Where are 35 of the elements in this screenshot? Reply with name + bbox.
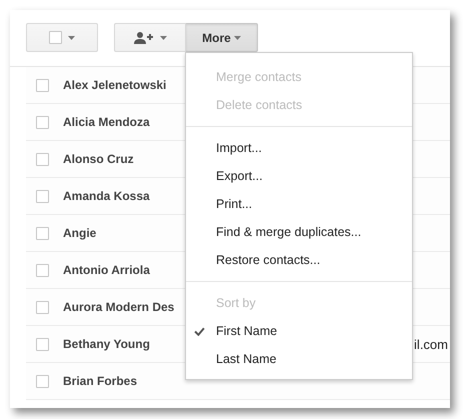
checkbox[interactable]	[36, 264, 49, 276]
sort-option[interactable]: First Name	[186, 317, 412, 345]
menu-item[interactable]: Find & merge duplicates...	[186, 218, 412, 246]
checkbox[interactable]	[36, 338, 49, 350]
contact-name[interactable]: Alonso Cruz	[63, 152, 134, 166]
menu-item[interactable]: Restore contacts...	[186, 246, 412, 274]
contact-name[interactable]: Alicia Mendoza	[63, 115, 150, 129]
email-text: il.com	[414, 336, 448, 352]
caret-icon	[234, 36, 241, 40]
checkbox[interactable]	[36, 226, 49, 240]
more-button[interactable]: More	[186, 23, 258, 52]
checkbox[interactable]	[36, 78, 49, 92]
menu-item[interactable]: Export...	[186, 162, 412, 190]
section-heading: Sort by	[215, 295, 257, 312]
sort-option[interactable]: Last Name	[186, 345, 412, 373]
checkbox[interactable]	[36, 152, 49, 166]
menu-item[interactable]: Import...	[186, 134, 412, 162]
caret-icon	[68, 36, 75, 40]
checkbox[interactable]	[36, 116, 49, 128]
person-plus-icon	[134, 32, 154, 44]
contact-name[interactable]: Aurora Modern Des	[63, 300, 174, 314]
checkbox[interactable]	[49, 31, 62, 44]
menu-item[interactable]: Print...	[186, 190, 412, 218]
caret-icon	[160, 36, 166, 40]
contact-name[interactable]: Alex Jelenetowski	[63, 78, 166, 92]
checkbox[interactable]	[36, 300, 49, 314]
select-button[interactable]	[26, 23, 98, 52]
checkbox[interactable]	[36, 374, 49, 388]
contact-name[interactable]: Antonio Arriola	[63, 263, 150, 277]
contact-name[interactable]: Bethany Young	[63, 337, 150, 351]
add-contact-button[interactable]	[114, 23, 186, 52]
contact-name[interactable]: Amanda Kossa	[63, 189, 150, 203]
contact-name[interactable]: Angie	[63, 226, 96, 240]
checkbox[interactable]	[36, 190, 49, 202]
contact-name[interactable]: Brian Forbes	[63, 374, 138, 388]
